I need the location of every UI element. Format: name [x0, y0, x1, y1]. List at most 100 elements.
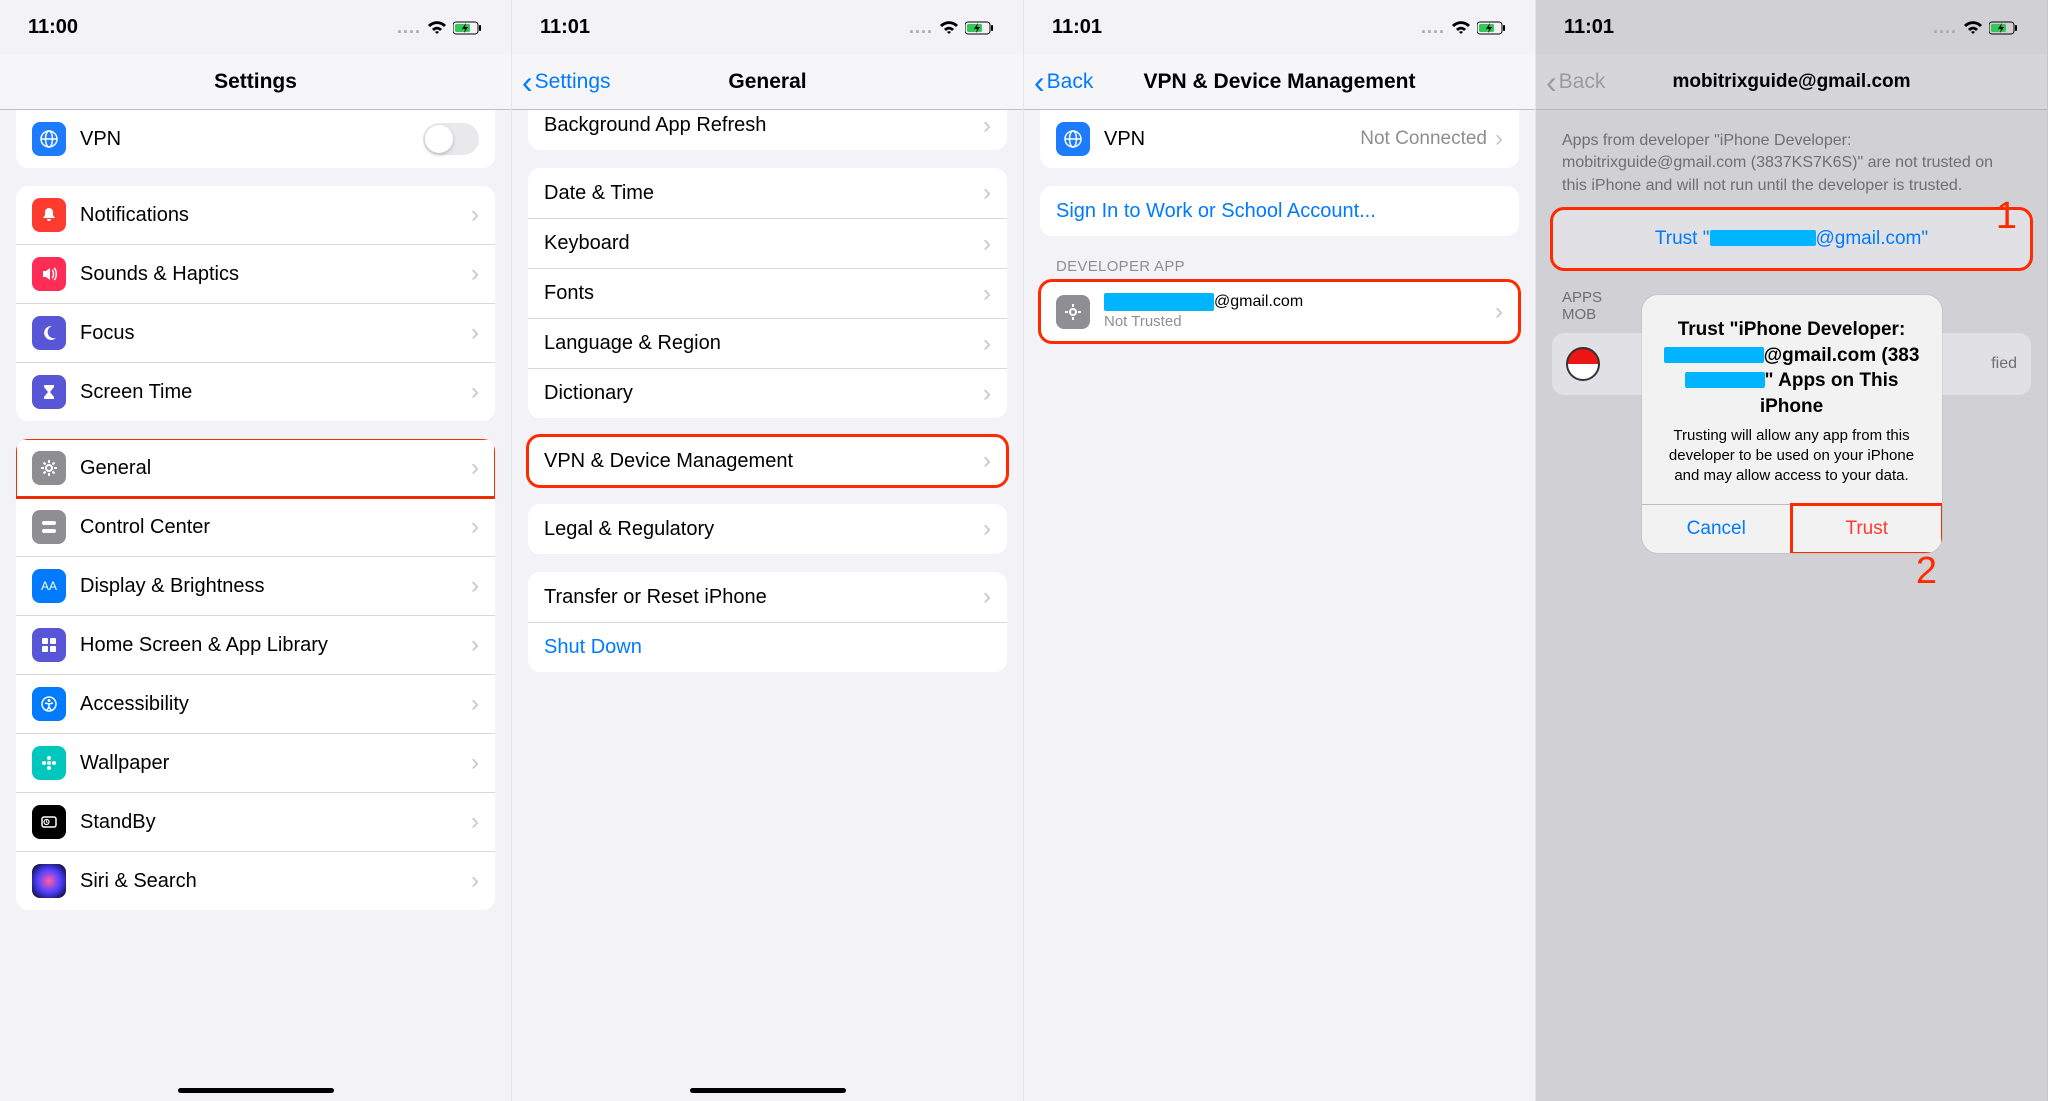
- trust-description: Apps from developer "iPhone Developer: m…: [1536, 110, 2047, 205]
- status-bar: 11:01 ....: [1536, 0, 2047, 54]
- row-dictionary[interactable]: Dictionary›: [528, 368, 1007, 418]
- cancel-button[interactable]: Cancel: [1642, 505, 1793, 553]
- home-indicator[interactable]: [690, 1088, 846, 1093]
- row-shutdown[interactable]: Shut Down: [528, 622, 1007, 672]
- row-vpn[interactable]: VPNNot Connected›: [1040, 110, 1519, 168]
- chevron-right-icon: ›: [471, 515, 479, 539]
- chevron-right-icon: ›: [1495, 127, 1503, 151]
- battery-icon: [1477, 17, 1507, 38]
- speaker-icon: [32, 257, 66, 291]
- phone-vpn-mgmt: 11:01 .... ‹Back VPN & Device Management…: [1024, 0, 1536, 1101]
- chevron-right-icon: ›: [983, 282, 991, 306]
- chevron-right-icon: ›: [471, 574, 479, 598]
- toggles-icon: [32, 510, 66, 544]
- vpn-icon: [1056, 122, 1090, 156]
- chevron-right-icon: ›: [983, 114, 991, 138]
- nav: ‹Settings General: [512, 54, 1023, 110]
- page-title: mobitrixguide@gmail.com: [1536, 71, 2047, 93]
- chevron-left-icon: ‹: [1034, 66, 1045, 98]
- settings-scroll[interactable]: VPN Notifications› Sounds & Haptics› Foc…: [0, 110, 511, 1101]
- wifi-icon: [939, 17, 959, 38]
- chevron-right-icon: ›: [983, 332, 991, 356]
- row-legal[interactable]: Legal & Regulatory›: [528, 504, 1007, 554]
- row-siri[interactable]: Siri & Search›: [16, 851, 495, 910]
- nav: Settings: [0, 54, 511, 110]
- row-controlcenter[interactable]: Control Center›: [16, 497, 495, 556]
- row-fonts[interactable]: Fonts›: [528, 268, 1007, 318]
- group-signin: Sign In to Work or School Account...: [1040, 186, 1519, 236]
- phone-general: 11:01 .... ‹Settings General Background …: [512, 0, 1024, 1101]
- row-sounds[interactable]: Sounds & Haptics›: [16, 244, 495, 303]
- vpn-status: Not Connected: [1360, 128, 1487, 150]
- chevron-right-icon: ›: [983, 382, 991, 406]
- person-icon: [32, 687, 66, 721]
- row-focus[interactable]: Focus›: [16, 303, 495, 362]
- wifi-icon: [1963, 17, 1983, 38]
- chevron-left-icon: ‹: [522, 66, 533, 98]
- row-developer-profile[interactable]: @gmail.com Not Trusted ›: [1040, 281, 1519, 342]
- row-notifications[interactable]: Notifications›: [16, 186, 495, 244]
- status-time: 11:01: [1052, 16, 1102, 39]
- vpn-mgmt-scroll[interactable]: VPNNot Connected› Sign In to Work or Sch…: [1024, 110, 1535, 1101]
- wifi-icon: [427, 17, 447, 38]
- moon-icon: [32, 316, 66, 350]
- row-general[interactable]: General›: [16, 439, 495, 497]
- group-cut: Background App Refresh›: [528, 110, 1007, 150]
- section-developer-app: DEVELOPER APP: [1024, 254, 1535, 275]
- row-display[interactable]: AADisplay & Brightness›: [16, 556, 495, 615]
- row-screentime[interactable]: Screen Time›: [16, 362, 495, 421]
- trust-alert: Trust "iPhone Developer: @gmail.com (383…: [1642, 295, 1942, 553]
- svg-text:AA: AA: [41, 579, 57, 593]
- vpn-toggle[interactable]: [423, 123, 479, 155]
- gear-icon: [32, 451, 66, 485]
- row-accessibility[interactable]: Accessibility›: [16, 674, 495, 733]
- row-signin-work[interactable]: Sign In to Work or School Account...: [1040, 186, 1519, 236]
- chevron-right-icon: ›: [471, 321, 479, 345]
- general-scroll[interactable]: Background App Refresh› Date & Time› Key…: [512, 110, 1023, 1101]
- chevron-right-icon: ›: [1495, 300, 1503, 324]
- trust-button[interactable]: Trust: [1792, 505, 1942, 553]
- trust-developer-button[interactable]: Trust "@gmail.com": [1552, 209, 2031, 269]
- profile-gear-icon: [1056, 295, 1090, 329]
- chevron-right-icon: ›: [471, 869, 479, 893]
- sun-icon: AA: [32, 569, 66, 603]
- group-developer: @gmail.com Not Trusted ›: [1040, 281, 1519, 342]
- row-homescreen[interactable]: Home Screen & App Library›: [16, 615, 495, 674]
- row-standby[interactable]: StandBy›: [16, 792, 495, 851]
- battery-icon: [453, 17, 483, 38]
- row-datetime[interactable]: Date & Time›: [528, 168, 1007, 218]
- status-time: 11:01: [540, 16, 590, 39]
- annotation-1: 1: [1996, 195, 2017, 238]
- phone-settings: 11:00 .... Settings VPN Notifications› S…: [0, 0, 512, 1101]
- back-button[interactable]: ‹Settings: [522, 66, 611, 98]
- status-bar: 11:01 ....: [1024, 0, 1535, 54]
- chevron-right-icon: ›: [983, 585, 991, 609]
- row-keyboard[interactable]: Keyboard›: [528, 218, 1007, 268]
- row-background-refresh[interactable]: Background App Refresh›: [528, 110, 1007, 150]
- page-title: VPN & Device Management: [1024, 70, 1535, 94]
- row-language[interactable]: Language & Region›: [528, 318, 1007, 368]
- group-vpn-mgmt: VPN & Device Management›: [528, 436, 1007, 486]
- home-indicator[interactable]: [178, 1088, 334, 1093]
- vpn-icon: [32, 122, 66, 156]
- alert-title: Trust "iPhone Developer: @gmail.com (383…: [1660, 317, 1924, 420]
- trust-status: Not Trusted: [1104, 313, 1495, 330]
- page-title: Settings: [0, 70, 511, 94]
- chevron-right-icon: ›: [983, 232, 991, 256]
- group-vpn: VPN: [16, 110, 495, 168]
- label: VPN: [80, 128, 423, 151]
- back-button[interactable]: ‹Back: [1034, 66, 1093, 98]
- status-bar: 11:00 ....: [0, 0, 511, 54]
- back-button: ‹Back: [1546, 66, 1605, 98]
- chevron-right-icon: ›: [471, 380, 479, 404]
- chevron-right-icon: ›: [471, 633, 479, 657]
- row-wallpaper[interactable]: Wallpaper›: [16, 733, 495, 792]
- row-vpn[interactable]: VPN: [16, 110, 495, 168]
- battery-icon: [965, 17, 995, 38]
- row-transfer-reset[interactable]: Transfer or Reset iPhone›: [528, 572, 1007, 622]
- group-prefs: Date & Time› Keyboard› Fonts› Language &…: [528, 168, 1007, 418]
- status-time: 11:00: [28, 16, 78, 39]
- row-vpn-device-mgmt[interactable]: VPN & Device Management›: [528, 436, 1007, 486]
- annotation-2: 2: [1916, 550, 1937, 593]
- chevron-right-icon: ›: [983, 517, 991, 541]
